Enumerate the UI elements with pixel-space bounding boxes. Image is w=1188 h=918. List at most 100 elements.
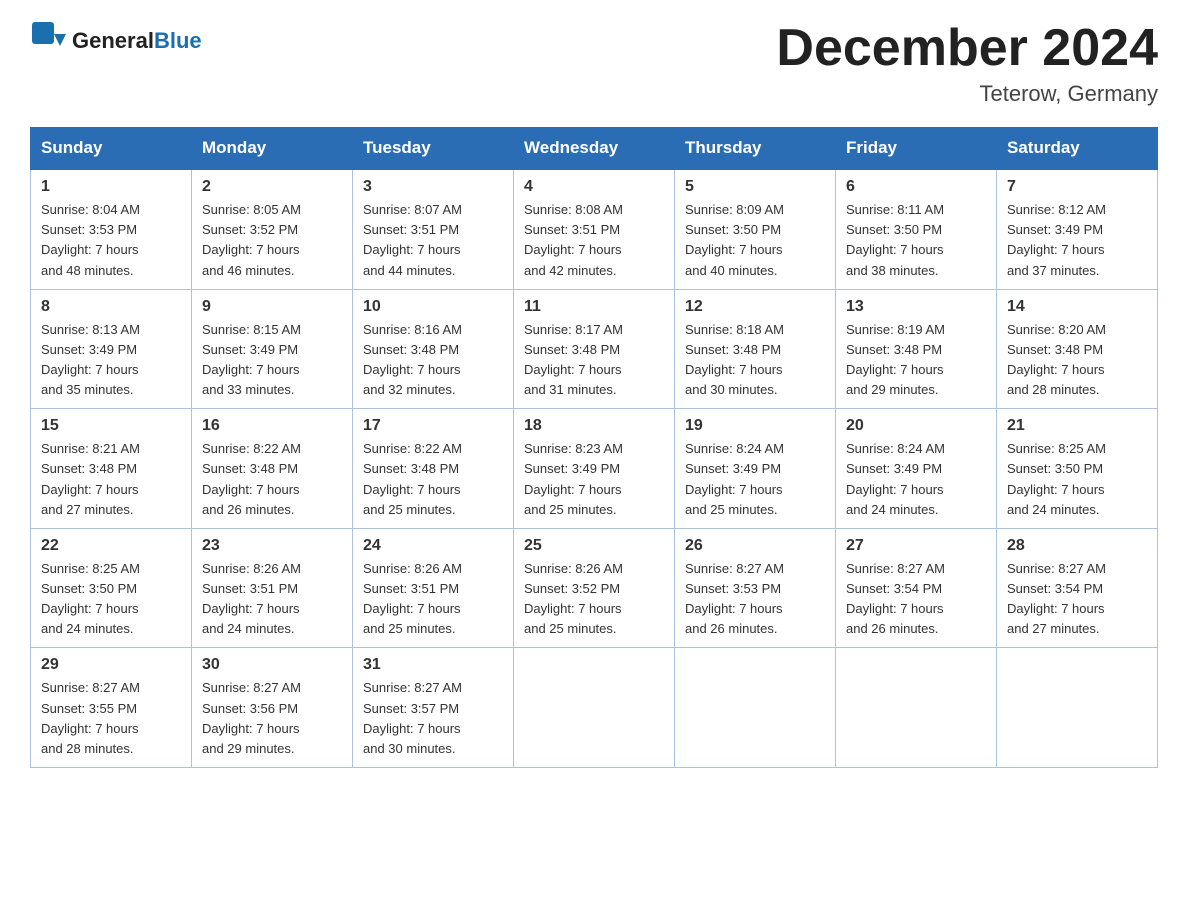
day-number: 17 — [363, 417, 503, 435]
day-number: 31 — [363, 656, 503, 674]
calendar-week-row: 1 Sunrise: 8:04 AM Sunset: 3:53 PM Dayli… — [31, 169, 1158, 289]
table-row: 31 Sunrise: 8:27 AM Sunset: 3:57 PM Dayl… — [353, 648, 514, 768]
table-row — [514, 648, 675, 768]
col-thursday: Thursday — [675, 128, 836, 170]
day-info: Sunrise: 8:23 AM Sunset: 3:49 PM Dayligh… — [524, 439, 664, 520]
table-row: 16 Sunrise: 8:22 AM Sunset: 3:48 PM Dayl… — [192, 409, 353, 529]
day-info: Sunrise: 8:04 AM Sunset: 3:53 PM Dayligh… — [41, 200, 181, 281]
table-row: 2 Sunrise: 8:05 AM Sunset: 3:52 PM Dayli… — [192, 169, 353, 289]
calendar-table: Sunday Monday Tuesday Wednesday Thursday… — [30, 127, 1158, 768]
day-number: 22 — [41, 537, 181, 555]
table-row: 29 Sunrise: 8:27 AM Sunset: 3:55 PM Dayl… — [31, 648, 192, 768]
table-row — [836, 648, 997, 768]
day-number: 15 — [41, 417, 181, 435]
day-number: 1 — [41, 178, 181, 196]
table-row: 23 Sunrise: 8:26 AM Sunset: 3:51 PM Dayl… — [192, 528, 353, 648]
day-number: 3 — [363, 178, 503, 196]
day-info: Sunrise: 8:21 AM Sunset: 3:48 PM Dayligh… — [41, 439, 181, 520]
table-row: 25 Sunrise: 8:26 AM Sunset: 3:52 PM Dayl… — [514, 528, 675, 648]
day-number: 2 — [202, 178, 342, 196]
day-info: Sunrise: 8:15 AM Sunset: 3:49 PM Dayligh… — [202, 320, 342, 401]
day-info: Sunrise: 8:26 AM Sunset: 3:51 PM Dayligh… — [363, 559, 503, 640]
table-row: 11 Sunrise: 8:17 AM Sunset: 3:48 PM Dayl… — [514, 289, 675, 409]
day-info: Sunrise: 8:27 AM Sunset: 3:55 PM Dayligh… — [41, 678, 181, 759]
table-row: 13 Sunrise: 8:19 AM Sunset: 3:48 PM Dayl… — [836, 289, 997, 409]
table-row: 7 Sunrise: 8:12 AM Sunset: 3:49 PM Dayli… — [997, 169, 1158, 289]
day-number: 19 — [685, 417, 825, 435]
calendar-header-row: Sunday Monday Tuesday Wednesday Thursday… — [31, 128, 1158, 170]
table-row: 28 Sunrise: 8:27 AM Sunset: 3:54 PM Dayl… — [997, 528, 1158, 648]
calendar-week-row: 15 Sunrise: 8:21 AM Sunset: 3:48 PM Dayl… — [31, 409, 1158, 529]
day-info: Sunrise: 8:11 AM Sunset: 3:50 PM Dayligh… — [846, 200, 986, 281]
logo-general: General — [72, 28, 154, 53]
day-info: Sunrise: 8:22 AM Sunset: 3:48 PM Dayligh… — [363, 439, 503, 520]
day-info: Sunrise: 8:27 AM Sunset: 3:53 PM Dayligh… — [685, 559, 825, 640]
col-sunday: Sunday — [31, 128, 192, 170]
logo-mark — [30, 20, 66, 61]
day-info: Sunrise: 8:05 AM Sunset: 3:52 PM Dayligh… — [202, 200, 342, 281]
day-number: 5 — [685, 178, 825, 196]
table-row: 10 Sunrise: 8:16 AM Sunset: 3:48 PM Dayl… — [353, 289, 514, 409]
col-monday: Monday — [192, 128, 353, 170]
table-row — [675, 648, 836, 768]
day-info: Sunrise: 8:27 AM Sunset: 3:54 PM Dayligh… — [846, 559, 986, 640]
day-info: Sunrise: 8:27 AM Sunset: 3:57 PM Dayligh… — [363, 678, 503, 759]
table-row — [997, 648, 1158, 768]
day-info: Sunrise: 8:26 AM Sunset: 3:51 PM Dayligh… — [202, 559, 342, 640]
table-row: 20 Sunrise: 8:24 AM Sunset: 3:49 PM Dayl… — [836, 409, 997, 529]
day-number: 30 — [202, 656, 342, 674]
month-title: December 2024 — [776, 20, 1158, 77]
logo-blue: Blue — [154, 28, 202, 53]
day-info: Sunrise: 8:08 AM Sunset: 3:51 PM Dayligh… — [524, 200, 664, 281]
day-info: Sunrise: 8:16 AM Sunset: 3:48 PM Dayligh… — [363, 320, 503, 401]
day-info: Sunrise: 8:25 AM Sunset: 3:50 PM Dayligh… — [41, 559, 181, 640]
location-subtitle: Teterow, Germany — [776, 81, 1158, 107]
day-info: Sunrise: 8:27 AM Sunset: 3:54 PM Dayligh… — [1007, 559, 1147, 640]
day-info: Sunrise: 8:09 AM Sunset: 3:50 PM Dayligh… — [685, 200, 825, 281]
page-header: GeneralBlue December 2024 Teterow, Germa… — [30, 20, 1158, 107]
table-row: 8 Sunrise: 8:13 AM Sunset: 3:49 PM Dayli… — [31, 289, 192, 409]
table-row: 14 Sunrise: 8:20 AM Sunset: 3:48 PM Dayl… — [997, 289, 1158, 409]
day-info: Sunrise: 8:12 AM Sunset: 3:49 PM Dayligh… — [1007, 200, 1147, 281]
table-row: 15 Sunrise: 8:21 AM Sunset: 3:48 PM Dayl… — [31, 409, 192, 529]
day-number: 4 — [524, 178, 664, 196]
day-number: 8 — [41, 298, 181, 316]
table-row: 17 Sunrise: 8:22 AM Sunset: 3:48 PM Dayl… — [353, 409, 514, 529]
day-info: Sunrise: 8:13 AM Sunset: 3:49 PM Dayligh… — [41, 320, 181, 401]
day-number: 13 — [846, 298, 986, 316]
table-row: 5 Sunrise: 8:09 AM Sunset: 3:50 PM Dayli… — [675, 169, 836, 289]
table-row: 19 Sunrise: 8:24 AM Sunset: 3:49 PM Dayl… — [675, 409, 836, 529]
table-row: 9 Sunrise: 8:15 AM Sunset: 3:49 PM Dayli… — [192, 289, 353, 409]
day-number: 16 — [202, 417, 342, 435]
table-row: 30 Sunrise: 8:27 AM Sunset: 3:56 PM Dayl… — [192, 648, 353, 768]
table-row: 22 Sunrise: 8:25 AM Sunset: 3:50 PM Dayl… — [31, 528, 192, 648]
table-row: 4 Sunrise: 8:08 AM Sunset: 3:51 PM Dayli… — [514, 169, 675, 289]
table-row: 12 Sunrise: 8:18 AM Sunset: 3:48 PM Dayl… — [675, 289, 836, 409]
day-info: Sunrise: 8:22 AM Sunset: 3:48 PM Dayligh… — [202, 439, 342, 520]
table-row: 24 Sunrise: 8:26 AM Sunset: 3:51 PM Dayl… — [353, 528, 514, 648]
day-info: Sunrise: 8:20 AM Sunset: 3:48 PM Dayligh… — [1007, 320, 1147, 401]
day-info: Sunrise: 8:26 AM Sunset: 3:52 PM Dayligh… — [524, 559, 664, 640]
day-number: 18 — [524, 417, 664, 435]
table-row: 26 Sunrise: 8:27 AM Sunset: 3:53 PM Dayl… — [675, 528, 836, 648]
table-row: 6 Sunrise: 8:11 AM Sunset: 3:50 PM Dayli… — [836, 169, 997, 289]
day-number: 11 — [524, 298, 664, 316]
col-wednesday: Wednesday — [514, 128, 675, 170]
day-info: Sunrise: 8:07 AM Sunset: 3:51 PM Dayligh… — [363, 200, 503, 281]
day-number: 25 — [524, 537, 664, 555]
calendar-week-row: 8 Sunrise: 8:13 AM Sunset: 3:49 PM Dayli… — [31, 289, 1158, 409]
title-block: December 2024 Teterow, Germany — [776, 20, 1158, 107]
day-info: Sunrise: 8:24 AM Sunset: 3:49 PM Dayligh… — [846, 439, 986, 520]
table-row: 18 Sunrise: 8:23 AM Sunset: 3:49 PM Dayl… — [514, 409, 675, 529]
day-number: 23 — [202, 537, 342, 555]
day-number: 12 — [685, 298, 825, 316]
day-number: 21 — [1007, 417, 1147, 435]
calendar-week-row: 29 Sunrise: 8:27 AM Sunset: 3:55 PM Dayl… — [31, 648, 1158, 768]
logo-text: GeneralBlue — [72, 28, 202, 54]
day-number: 27 — [846, 537, 986, 555]
day-number: 24 — [363, 537, 503, 555]
table-row: 1 Sunrise: 8:04 AM Sunset: 3:53 PM Dayli… — [31, 169, 192, 289]
calendar-week-row: 22 Sunrise: 8:25 AM Sunset: 3:50 PM Dayl… — [31, 528, 1158, 648]
col-saturday: Saturday — [997, 128, 1158, 170]
day-info: Sunrise: 8:18 AM Sunset: 3:48 PM Dayligh… — [685, 320, 825, 401]
